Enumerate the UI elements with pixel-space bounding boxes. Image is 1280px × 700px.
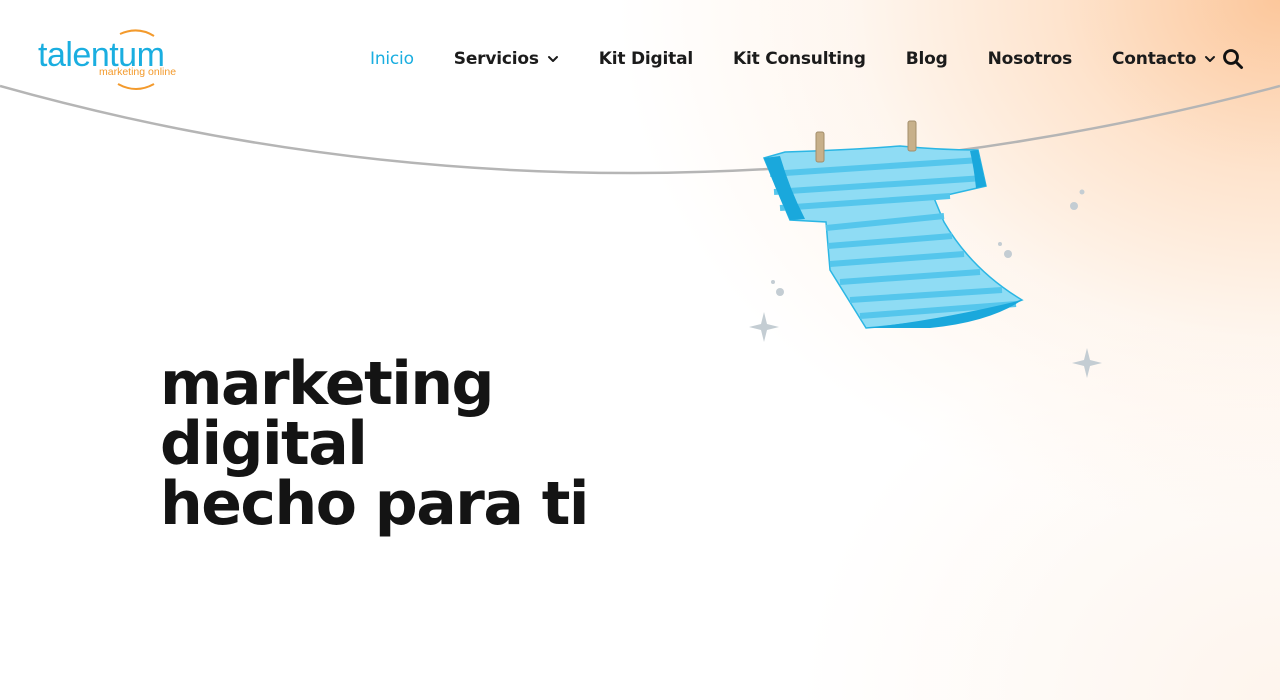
nav-item-label: Nosotros xyxy=(987,49,1073,69)
hero-line-1: marketing xyxy=(160,349,494,419)
nav-item-servicios[interactable]: Servicios xyxy=(454,49,559,69)
hero-heading: marketing digital hecho para ti xyxy=(160,349,589,539)
nav-item-inicio[interactable]: Inicio xyxy=(370,49,414,69)
nav-item-blog[interactable]: Blog xyxy=(906,49,948,69)
nav-item-label: Inicio xyxy=(370,49,414,69)
search-icon xyxy=(1223,49,1243,69)
nav-item-label: Kit Digital xyxy=(598,49,693,69)
nav-item-label: Kit Consulting xyxy=(732,49,866,69)
main-navigation: Inicio Servicios Kit Digital Kit Consult… xyxy=(370,44,1256,74)
logo-tagline: marketing online xyxy=(99,66,177,78)
nav-item-kit-consulting[interactable]: Kit Consulting xyxy=(733,49,866,69)
nav-item-nosotros[interactable]: Nosotros xyxy=(987,49,1073,69)
site-header: talentum marketing online Inicio Servici… xyxy=(0,0,1280,120)
search-button[interactable] xyxy=(1222,48,1244,70)
hero-line-3: hecho para ti xyxy=(160,469,589,539)
chevron-down-icon xyxy=(547,56,558,62)
nav-item-label: Contacto xyxy=(1112,49,1197,69)
nav-item-contacto[interactable]: Contacto xyxy=(1112,49,1216,69)
nav-item-kit-digital[interactable]: Kit Digital xyxy=(599,49,693,69)
hero-line-2: digital xyxy=(160,409,368,479)
brand-logo[interactable]: talentum marketing online xyxy=(38,28,183,92)
chevron-down-icon xyxy=(1205,56,1216,62)
nav-item-label: Blog xyxy=(905,49,948,69)
nav-item-label: Servicios xyxy=(453,49,539,69)
tshirt-illustration xyxy=(762,120,1024,329)
